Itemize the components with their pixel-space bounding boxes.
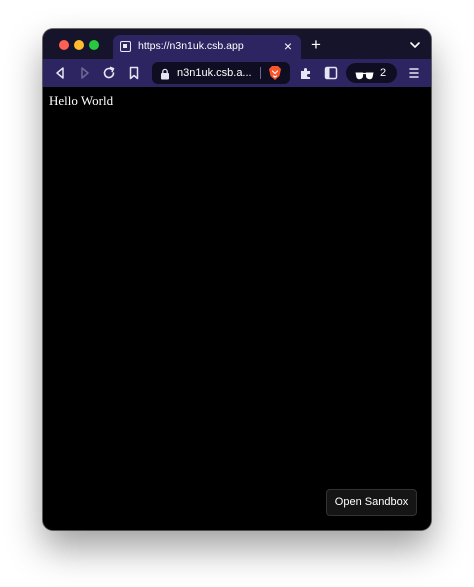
reload-icon[interactable] [101,65,117,81]
tab-close-button[interactable]: × [280,38,296,54]
menu-icon[interactable] [406,65,422,81]
wallet-button[interactable]: 2 [346,63,397,83]
toolbar: n3n1uk.csb.a... 2 [43,59,431,87]
address-bar[interactable]: n3n1uk.csb.a... [152,62,290,84]
sidebar-icon[interactable] [323,65,339,81]
back-icon[interactable] [52,65,68,81]
open-sandbox-button[interactable]: Open Sandbox [326,489,417,516]
wallet-count: 2 [380,67,387,79]
minimize-window-button[interactable] [74,40,84,50]
brave-shield-icon[interactable] [268,65,282,81]
tab-title: https://n3n1uk.csb.app [138,40,244,52]
bookmark-icon[interactable] [126,65,142,81]
codesandbox-icon [120,41,131,52]
forward-icon[interactable] [77,65,93,81]
tab-active[interactable]: https://n3n1uk.csb.app × [113,35,301,59]
extensions-icon[interactable] [298,65,314,81]
lock-icon [160,67,170,80]
title-bar: https://n3n1uk.csb.app × + [43,29,431,59]
sunglasses-icon [355,68,374,80]
browser-window: https://n3n1uk.csb.app × + n3n1uk.csb.a.… [43,29,431,530]
maximize-window-button[interactable] [89,40,99,50]
close-window-button[interactable] [59,40,69,50]
address-bar-text: n3n1uk.csb.a... [177,67,252,79]
page-heading: Hello World [49,93,114,108]
new-tab-button[interactable]: + [307,36,325,54]
tab-list-chevron-icon[interactable] [409,38,421,50]
address-bar-divider [260,67,261,79]
page-content: Hello World Open Sandbox [43,87,431,530]
